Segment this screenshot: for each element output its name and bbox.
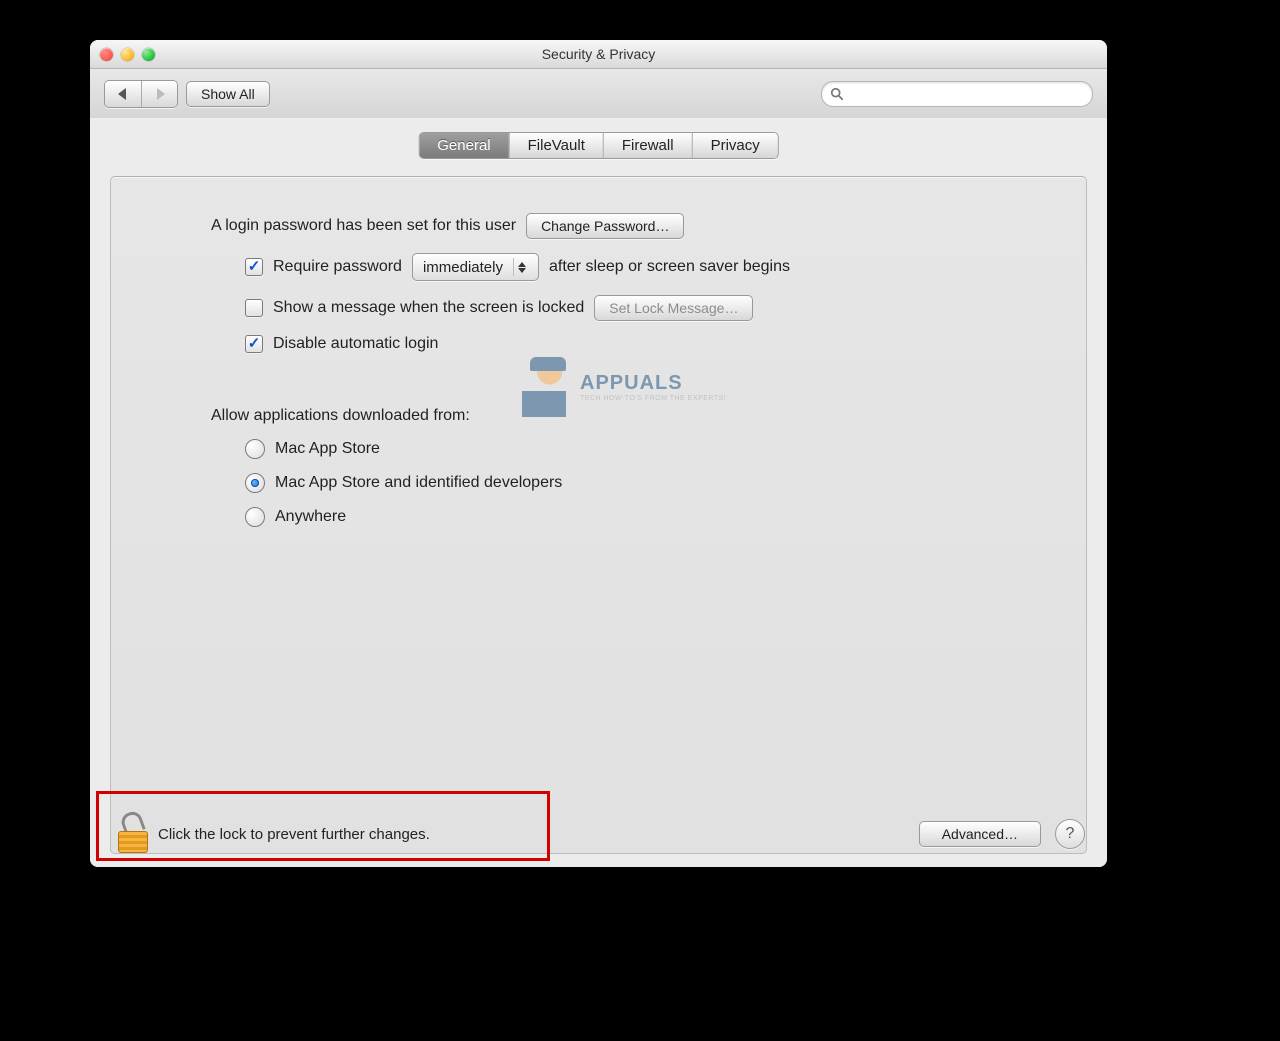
lock-open-icon [118, 815, 148, 853]
footer: Click the lock to prevent further change… [90, 801, 1107, 867]
change-password-button[interactable]: Change Password… [526, 213, 684, 239]
content-area: General FileVault Firewall Privacy A log… [90, 118, 1107, 867]
show-lock-message-checkbox[interactable] [245, 299, 263, 317]
tab-privacy[interactable]: Privacy [692, 133, 778, 158]
set-lock-message-button[interactable]: Set Lock Message… [594, 295, 753, 321]
close-window-button[interactable] [100, 48, 113, 61]
advanced-button[interactable]: Advanced… [919, 821, 1041, 847]
tab-bar: General FileVault Firewall Privacy [418, 132, 779, 159]
toolbar: Show All [90, 69, 1107, 120]
search-input[interactable] [848, 86, 1084, 103]
settings-well: A login password has been set for this u… [110, 176, 1087, 854]
require-password-prefix: Require password [273, 258, 402, 276]
gatekeeper-radio-appstore[interactable] [245, 439, 265, 459]
gatekeeper-option-anywhere: Anywhere [275, 508, 346, 526]
require-password-suffix: after sleep or screen saver begins [549, 258, 790, 276]
help-icon: ? [1066, 825, 1075, 843]
tab-firewall[interactable]: Firewall [603, 133, 692, 158]
window-controls [100, 48, 155, 61]
search-icon [830, 87, 844, 101]
show-lock-message-label: Show a message when the screen is locked [273, 299, 584, 317]
gatekeeper-radio-anywhere[interactable] [245, 507, 265, 527]
window-title: Security & Privacy [90, 46, 1107, 62]
back-button[interactable] [105, 81, 141, 107]
select-stepper-icon [513, 258, 532, 276]
lock-text: Click the lock to prevent further change… [158, 826, 430, 843]
tab-filevault[interactable]: FileVault [509, 133, 603, 158]
forward-button[interactable] [141, 81, 177, 107]
require-password-delay-select[interactable]: immediately [412, 253, 539, 281]
login-password-text: A login password has been set for this u… [211, 217, 516, 235]
preferences-window: Security & Privacy Show All General File… [90, 40, 1107, 867]
help-button[interactable]: ? [1055, 819, 1085, 849]
disable-auto-login-checkbox[interactable] [245, 335, 263, 353]
gatekeeper-option-identified: Mac App Store and identified developers [275, 474, 562, 492]
show-all-button[interactable]: Show All [186, 81, 270, 107]
require-password-checkbox[interactable] [245, 258, 263, 276]
zoom-window-button[interactable] [142, 48, 155, 61]
gatekeeper-radio-identified[interactable] [245, 473, 265, 493]
minimize-window-button[interactable] [121, 48, 134, 61]
titlebar: Security & Privacy [90, 40, 1107, 69]
search-field[interactable] [821, 81, 1093, 107]
nav-back-forward [104, 80, 178, 108]
lock-toggle[interactable]: Click the lock to prevent further change… [112, 811, 436, 857]
disable-auto-login-label: Disable automatic login [273, 335, 438, 353]
require-password-delay-value: immediately [423, 259, 503, 276]
tab-general[interactable]: General [419, 133, 508, 158]
gatekeeper-option-appstore: Mac App Store [275, 440, 380, 458]
gatekeeper-heading: Allow applications downloaded from: [211, 407, 470, 425]
